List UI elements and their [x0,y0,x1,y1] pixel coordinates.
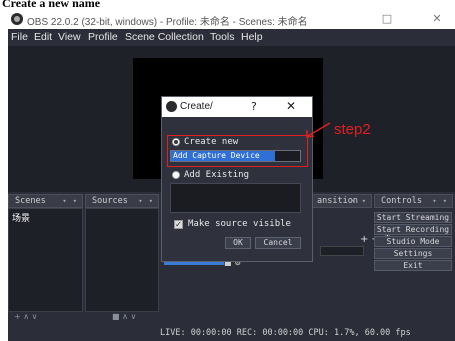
heading-text: Create a new name [2,0,101,9]
scene-item[interactable]: 场景 [12,211,30,224]
window-title: OBS 22.0.2 (32-bit, windows) - Profile: … [27,17,308,28]
controls-dock-header: Controls ▾ ▾ [374,194,453,208]
scenes-dock-header: Scenes ▾ ▾ [8,194,83,208]
transitions-dock-header: ansition ▾ ▾ [310,194,372,208]
create-select-source-dialog: Create/ ? ✕ Create new Add Capture Devic… [161,96,313,262]
sources-dock-header: Sources ▾ ▾ [85,194,159,208]
add-existing-label: Add Existing [184,170,250,180]
title-bar: OBS 22.0.2 (32-bit, windows) - Profile: … [8,9,455,29]
dock-menu-icon[interactable]: ▾ ▾ [138,195,154,207]
maximize-button[interactable]: □ [376,11,398,27]
menu-file[interactable]: File [11,31,28,43]
start-streaming-button[interactable]: Start Streaming [374,212,452,223]
close-dialog-button[interactable]: ✕ [286,99,296,113]
sources-dock-footer[interactable]: ■ ∧ ∨ [112,312,136,325]
dock-menu-icon[interactable]: ▾ ▾ [351,195,367,207]
studio-mode-button[interactable]: Studio Mode [374,236,452,247]
scenes-dock-footer[interactable]: + ∧ ∨ [14,312,38,325]
highlight-box [167,135,308,167]
help-icon[interactable]: ? [251,100,257,113]
dock-menu-icon[interactable]: ▾ ▾ [62,195,78,207]
tutorial-heading: Create a new name [2,0,453,9]
obs-logo-icon [11,13,23,25]
menu-bar: File Edit View Profile Scene Collection … [8,29,455,46]
make-visible-label: Make source visible [188,219,291,229]
red-arrow-icon [306,122,331,138]
menu-tools[interactable]: Tools [210,31,235,43]
close-window-button[interactable]: ✕ [426,11,448,27]
sources-dock-title: Sources [92,196,128,206]
settings-button[interactable]: Settings [374,248,452,259]
dock-menu-icon[interactable]: ▾ ▾ [432,195,448,207]
make-visible-checkbox[interactable]: ✓ [174,220,183,229]
menu-view[interactable]: View [58,31,81,43]
add-existing-radio[interactable] [172,171,180,179]
menu-scene-collection[interactable]: Scene Collection [125,31,204,43]
scenes-dock-title: Scenes [15,196,46,206]
start-recording-button[interactable]: Start Recording [374,224,452,235]
sources-list[interactable] [85,208,159,312]
dialog-title: Create/ [180,101,213,112]
audio-mixer-meter [164,262,224,265]
status-bar: LIVE: 00:00:00 REC: 00:00:00 CPU: 1.7%, … [8,325,455,341]
status-text: LIVE: 00:00:00 REC: 00:00:00 CPU: 1.7%, … [160,328,411,338]
scenes-list[interactable]: 场景 [8,208,83,312]
menu-help[interactable]: Help [241,31,263,43]
cancel-button[interactable]: Cancel [255,237,301,249]
dialog-title-bar: Create/ ? ✕ [162,97,312,117]
ok-button[interactable]: OK [225,237,251,249]
controls-dock-title: Controls [381,196,422,206]
exit-button[interactable]: Exit [374,260,452,271]
transition-duration[interactable] [320,246,364,256]
menu-profile[interactable]: Profile [88,31,118,43]
step-annotation: step2 [334,121,371,138]
obs-logo-icon [166,101,177,112]
menu-edit[interactable]: Edit [34,31,52,43]
existing-sources-list[interactable] [170,183,301,213]
